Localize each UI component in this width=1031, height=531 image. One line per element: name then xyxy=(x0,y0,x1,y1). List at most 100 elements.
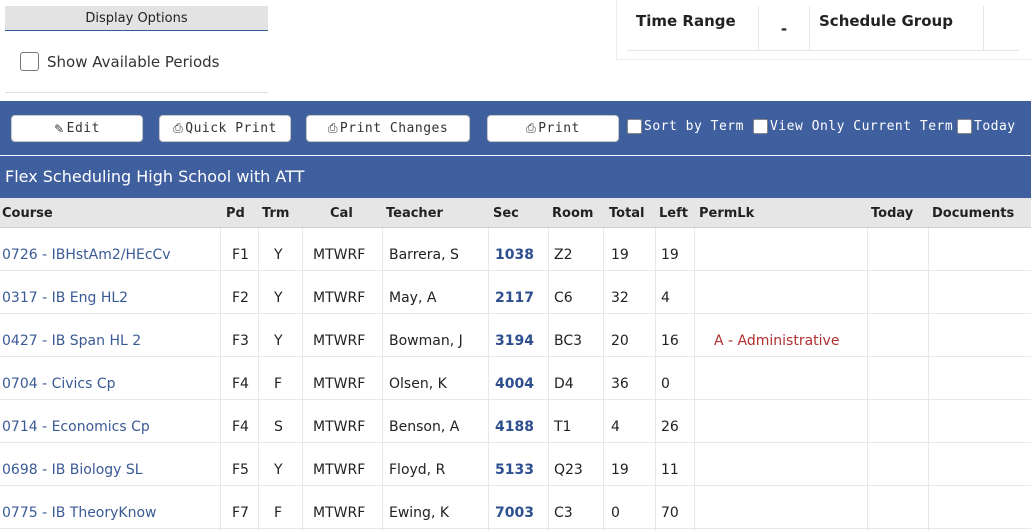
today-option[interactable]: Today xyxy=(957,119,1016,134)
calendar-cell: MTWRF xyxy=(313,290,366,306)
room-cell: C3 xyxy=(554,505,573,521)
school-name-bar: Flex Scheduling High School with ATT xyxy=(0,156,1031,198)
print-changes-button[interactable]: ⎙ Print Changes xyxy=(306,115,470,142)
view-only-current-term-option[interactable]: View Only Current Term xyxy=(753,119,953,134)
quick-print-button-label: Quick Print xyxy=(185,121,277,136)
course-link[interactable]: 0698 - IB Biology SL xyxy=(2,443,143,486)
sort-by-term-checkbox[interactable] xyxy=(627,119,642,134)
display-options-title: Display Options xyxy=(5,6,268,31)
table-row: 0427 - IB Span HL 2 F3 Y MTWRF Bowman, J 3194… xyxy=(0,314,1031,357)
term-cell: S xyxy=(274,419,283,435)
view-only-current-term-checkbox[interactable] xyxy=(753,119,768,134)
section-link[interactable]: 1038 xyxy=(495,228,534,271)
seats-left-cell: 0 xyxy=(661,376,670,392)
schedule-group-label: Schedule Group xyxy=(810,6,984,50)
header-left[interactable]: Left xyxy=(659,206,688,221)
room-cell: BC3 xyxy=(554,333,583,349)
table-body: 0726 - IBHstAm2/HEcCv F1 Y MTWRF Barrera, S 1… xyxy=(0,228,1031,529)
print-button-label: Print xyxy=(538,121,580,136)
total-cell: 20 xyxy=(611,333,629,349)
section-link[interactable]: 3194 xyxy=(495,314,534,357)
teacher-cell: May, A xyxy=(389,290,437,306)
section-link[interactable]: 7003 xyxy=(495,486,534,529)
sort-by-term-option[interactable]: Sort by Term xyxy=(627,119,744,134)
header-course[interactable]: Course xyxy=(2,206,53,221)
room-cell: C6 xyxy=(554,290,573,306)
show-available-periods-option[interactable]: Show Available Periods xyxy=(5,31,268,93)
table-row: 0317 - IB Eng HL2 F2 Y MTWRF May, A 2117 C6 32 4 xyxy=(0,271,1031,314)
room-cell: Q23 xyxy=(554,462,583,478)
section-link[interactable]: 5133 xyxy=(495,443,534,486)
schedule-group-value xyxy=(984,6,1019,50)
term-cell: Y xyxy=(274,247,283,263)
teacher-cell: Olsen, K xyxy=(389,376,447,392)
course-link[interactable]: 0704 - Civics Cp xyxy=(2,357,116,400)
header-total[interactable]: Total xyxy=(609,206,645,221)
header-room[interactable]: Room xyxy=(552,206,593,221)
column-divider xyxy=(603,228,604,531)
printer-icon: ⎙ xyxy=(526,121,537,135)
section-link[interactable]: 4004 xyxy=(495,357,534,400)
course-link[interactable]: 0317 - IB Eng HL2 xyxy=(2,271,128,314)
table-row: 0726 - IBHstAm2/HEcCv F1 Y MTWRF Barrera, S 1… xyxy=(0,228,1031,271)
header-today[interactable]: Today xyxy=(871,206,913,221)
period-cell: F4 xyxy=(232,419,249,435)
schedule-table: Course Pd Trm Cal Teacher Sec Room Total… xyxy=(0,198,1031,529)
total-cell: 32 xyxy=(611,290,629,306)
header-pd[interactable]: Pd xyxy=(226,206,245,221)
course-link[interactable]: 0775 - IB TheoryKnow xyxy=(2,486,156,529)
seats-left-cell: 11 xyxy=(661,462,679,478)
sort-by-term-label: Sort by Term xyxy=(644,119,744,134)
table-row: 0704 - Civics Cp F4 F MTWRF Olsen, K 4004 D4 36… xyxy=(0,357,1031,400)
view-only-current-term-label: View Only Current Term xyxy=(770,119,954,134)
period-cell: F3 xyxy=(232,333,249,349)
term-cell: F xyxy=(274,505,283,521)
printer-icon: ⎙ xyxy=(327,121,338,135)
course-link[interactable]: 0726 - IBHstAm2/HEcCv xyxy=(2,228,171,271)
header-permlk[interactable]: PermLk xyxy=(699,206,754,221)
edit-button-label: Edit xyxy=(66,121,100,136)
show-available-periods-checkbox[interactable] xyxy=(20,52,39,71)
period-cell: F1 xyxy=(232,247,249,263)
course-link[interactable]: 0714 - Economics Cp xyxy=(2,400,150,443)
section-link[interactable]: 4188 xyxy=(495,400,534,443)
column-divider xyxy=(382,228,383,531)
total-cell: 36 xyxy=(611,376,629,392)
header-cal[interactable]: Cal xyxy=(330,206,353,221)
table-row: 0714 - Economics Cp F4 S MTWRF Benson, A 4188… xyxy=(0,400,1031,443)
header-sec[interactable]: Sec xyxy=(493,206,519,221)
header-teacher[interactable]: Teacher xyxy=(386,206,443,221)
column-divider xyxy=(548,228,549,531)
column-divider xyxy=(867,228,868,531)
room-cell: Z2 xyxy=(554,247,573,263)
print-button[interactable]: ⎙ Print xyxy=(487,115,619,142)
calendar-cell: MTWRF xyxy=(313,462,366,478)
total-cell: 4 xyxy=(611,419,620,435)
edit-button[interactable]: ✎ Edit xyxy=(11,115,143,142)
section-link[interactable]: 2117 xyxy=(495,271,534,314)
time-range-row: Time Range - Schedule Group xyxy=(627,6,1019,51)
header-documents[interactable]: Documents xyxy=(932,206,1014,221)
column-divider xyxy=(220,228,221,531)
seats-left-cell: 26 xyxy=(661,419,679,435)
table-row: 0775 - IB TheoryKnow F7 F MTWRF Ewing, K 7003… xyxy=(0,486,1031,529)
course-link[interactable]: 0427 - IB Span HL 2 xyxy=(2,314,141,357)
permlk-cell: A - Administrative xyxy=(714,333,840,349)
edit-icon: ✎ xyxy=(54,121,65,136)
column-divider xyxy=(694,228,695,531)
today-checkbox[interactable] xyxy=(957,119,972,134)
quick-print-button[interactable]: ⎙ Quick Print xyxy=(159,115,291,142)
column-divider xyxy=(302,228,303,531)
teacher-cell: Floyd, R xyxy=(389,462,446,478)
table-header: Course Pd Trm Cal Teacher Sec Room Total… xyxy=(0,198,1031,228)
toolbar: ✎ Edit ⎙ Quick Print ⎙ Print Changes ⎙ P… xyxy=(0,101,1031,155)
column-divider xyxy=(488,228,489,531)
column-divider xyxy=(928,228,929,531)
room-cell: D4 xyxy=(554,376,574,392)
calendar-cell: MTWRF xyxy=(313,505,366,521)
teacher-cell: Benson, A xyxy=(389,419,460,435)
column-divider xyxy=(655,228,656,531)
period-cell: F5 xyxy=(232,462,249,478)
header-trm[interactable]: Trm xyxy=(262,206,289,221)
time-range-panel: Time Range - Schedule Group xyxy=(616,0,1031,60)
